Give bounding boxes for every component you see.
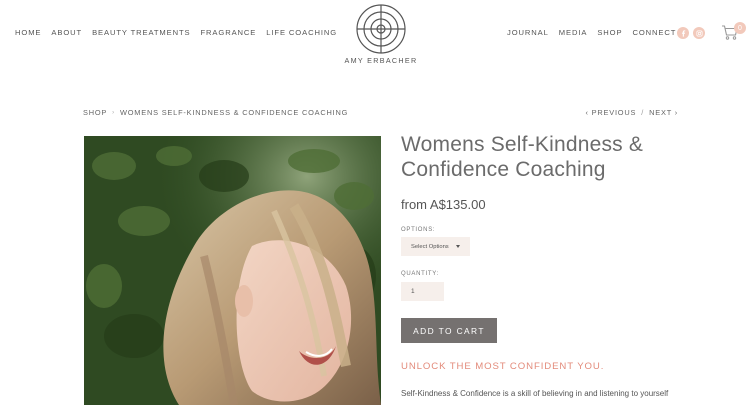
- product-image[interactable]: [84, 136, 381, 405]
- add-to-cart-button[interactable]: ADD TO CART: [401, 318, 497, 343]
- previous-link[interactable]: ‹ PREVIOUS: [586, 108, 637, 117]
- nav-beauty-treatments[interactable]: BEAUTY TREATMENTS: [92, 28, 190, 37]
- facebook-icon[interactable]: [677, 27, 689, 39]
- brand-logo[interactable]: [355, 3, 407, 55]
- options-selected-value: Select Options: [411, 243, 449, 250]
- breadcrumb: SHOP › WOMENS SELF-KINDNESS & CONFIDENCE…: [83, 108, 348, 117]
- options-select[interactable]: Select Options: [401, 237, 470, 256]
- nav-life-coaching[interactable]: LIFE COACHING: [266, 28, 337, 37]
- next-link[interactable]: NEXT ›: [649, 108, 678, 117]
- product-price: from A$135.00: [401, 197, 486, 212]
- nav-fragrance[interactable]: FRAGRANCE: [201, 28, 257, 37]
- breadcrumb-current[interactable]: WOMENS SELF-KINDNESS & CONFIDENCE COACHI…: [120, 108, 348, 117]
- pager-separator: /: [641, 108, 645, 117]
- nav-home[interactable]: HOME: [15, 28, 41, 37]
- cart-count-badge[interactable]: 0: [734, 22, 746, 34]
- main-nav-left: HOME ABOUT BEAUTY TREATMENTS FRAGRANCE L…: [15, 28, 337, 37]
- product-pager: ‹ PREVIOUS / NEXT ›: [586, 108, 678, 117]
- product-tagline: UNLOCK THE MOST CONFIDENT YOU.: [401, 361, 605, 372]
- product-description: Self-Kindness & Confidence is a skill of…: [401, 389, 669, 398]
- nav-shop[interactable]: SHOP: [597, 28, 622, 37]
- product-title: Womens Self-Kindness & Confidence Coachi…: [401, 133, 644, 181]
- main-nav-right: JOURNAL MEDIA SHOP CONNECT: [507, 28, 676, 37]
- instagram-icon[interactable]: [693, 27, 705, 39]
- brand-name[interactable]: AMY ERBACHER: [339, 56, 423, 65]
- breadcrumb-shop[interactable]: SHOP: [83, 108, 107, 117]
- nav-journal[interactable]: JOURNAL: [507, 28, 549, 37]
- nav-connect[interactable]: CONNECT: [632, 28, 676, 37]
- quantity-input[interactable]: [401, 282, 444, 301]
- chevron-down-icon: [456, 245, 460, 248]
- quantity-label: QUANTITY:: [401, 271, 439, 277]
- breadcrumb-separator: ›: [112, 109, 115, 116]
- nav-media[interactable]: MEDIA: [559, 28, 588, 37]
- nav-about[interactable]: ABOUT: [51, 28, 82, 37]
- options-label: OPTIONS:: [401, 227, 436, 233]
